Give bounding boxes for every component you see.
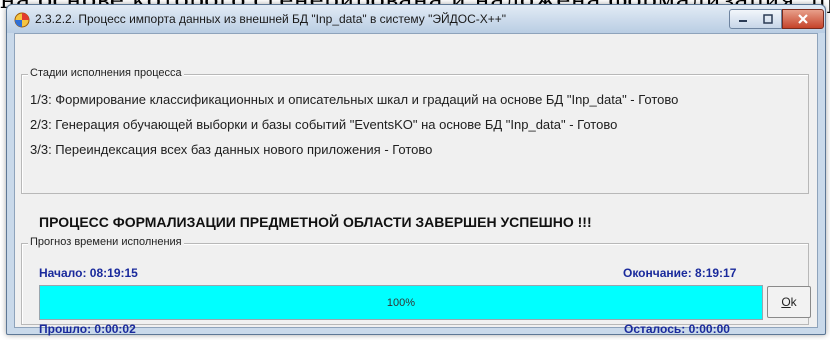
elapsed-time: Прошло: 0:00:02 (39, 322, 136, 336)
progress-bar: 100% (39, 285, 763, 320)
stages-group: Стадии исполнения процесса 1/3: Формиров… (21, 67, 809, 194)
progress-label: 100% (386, 296, 416, 309)
stage-3: 3/3: Переиндексация всех баз данных ново… (30, 142, 433, 157)
close-button[interactable] (782, 9, 824, 29)
stage-1: 1/3: Формирование классификационных и оп… (30, 92, 679, 107)
app-icon (14, 12, 30, 28)
ok-mnemonic: O (781, 295, 791, 309)
stage-2: 2/3: Генерация обучающей выборки и базы … (30, 117, 618, 132)
completion-message: ПРОЦЕСС ФОРМАЛИЗАЦИИ ПРЕДМЕТНОЙ ОБЛАСТИ … (39, 214, 592, 230)
stages-legend: Стадии исполнения процесса (28, 67, 184, 79)
title-bar[interactable]: 2.3.2.2. Процесс импорта данных из внешн… (7, 5, 825, 33)
minimize-button[interactable] (729, 9, 757, 29)
ok-button[interactable]: Ok (767, 286, 811, 318)
maximize-button[interactable] (755, 9, 782, 29)
maximize-icon (763, 14, 773, 24)
ok-label-rest: k (790, 295, 797, 309)
end-time: Окончание: 8:19:17 (623, 266, 737, 280)
dialog-window: 2.3.2.2. Процесс импорта данных из внешн… (6, 4, 826, 336)
dialog-client-area: Стадии исполнения процесса 1/3: Формиров… (14, 33, 818, 336)
minimize-icon (739, 20, 747, 22)
forecast-legend: Прогноз времени исполнения (28, 236, 184, 248)
close-icon (798, 14, 808, 24)
window-title: 2.3.2.2. Процесс импорта данных из внешн… (35, 12, 507, 26)
remaining-time: Осталось: 0:00:00 (624, 322, 730, 336)
start-time: Начало: 08:19:15 (39, 266, 138, 280)
